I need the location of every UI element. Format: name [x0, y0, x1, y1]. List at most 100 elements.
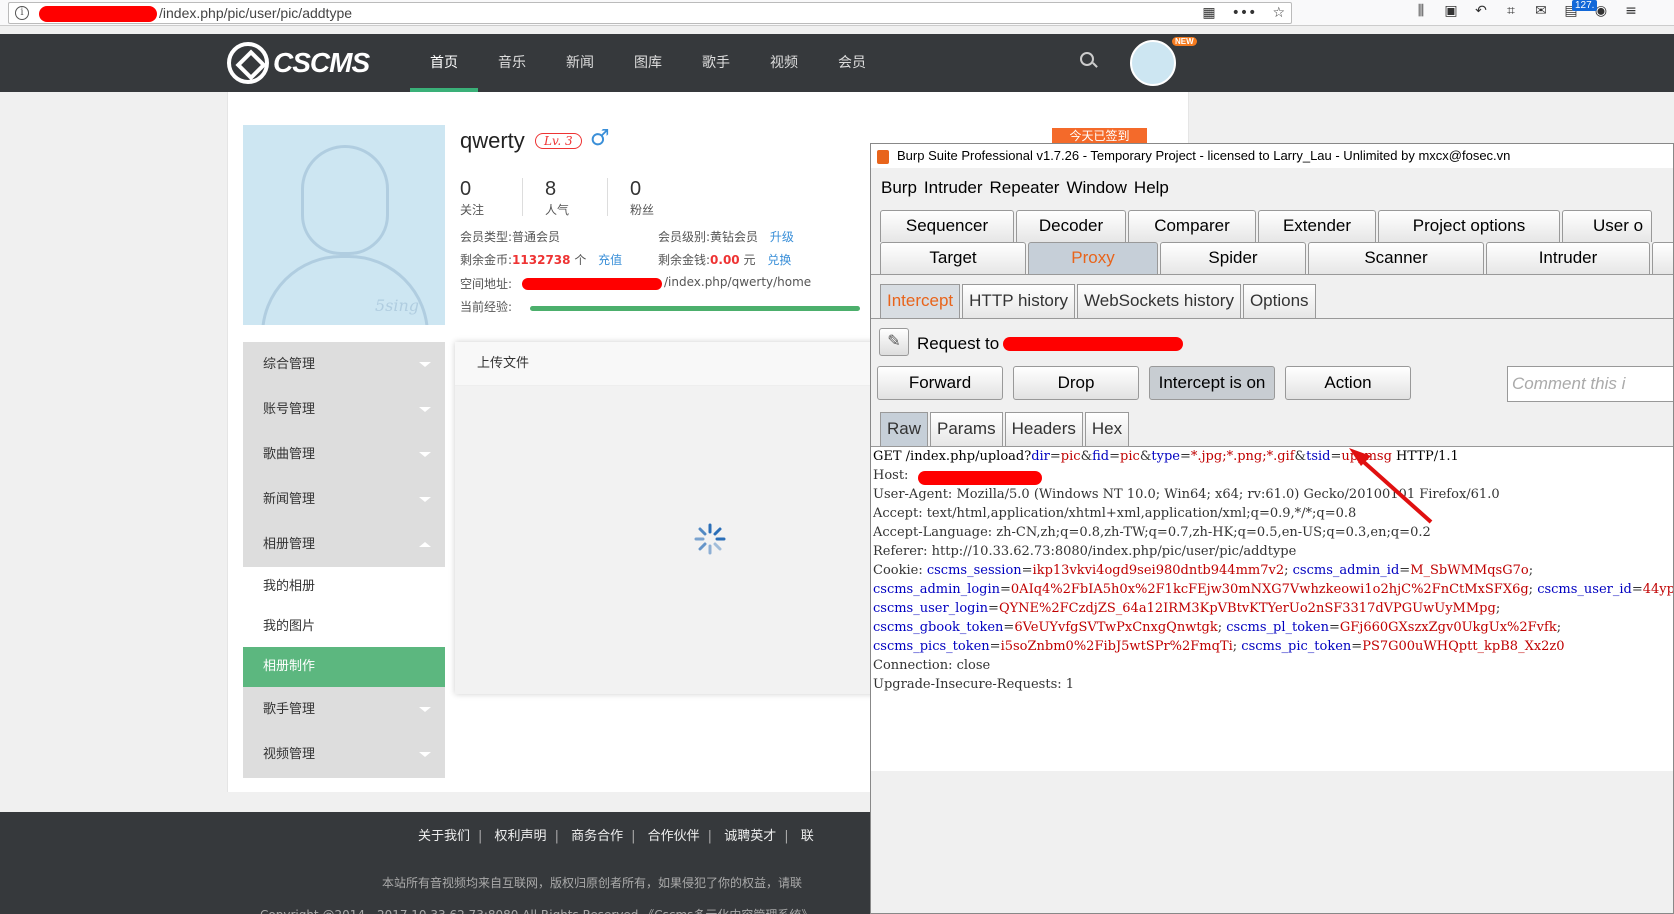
stat-follow[interactable]: 0 关注 [460, 178, 484, 218]
stat-popularity-value: 8 [545, 178, 557, 200]
cookie-value: 0AIq4%2FbIA5h0x%2F1kcFEjw30mNXG7Vwhzkeow… [1010, 582, 1529, 597]
sidebar-sub-album-create[interactable]: 相册制作 [243, 647, 445, 687]
sidebar-sub-my-pictures[interactable]: 我的图片 [243, 607, 445, 647]
stat-fans[interactable]: 0 粉丝 [630, 178, 654, 218]
footer-link-about[interactable]: 关于我们 [418, 829, 470, 844]
crop-icon[interactable]: ⌗ [1502, 3, 1520, 19]
space-url[interactable]: /index.php/qwerty/home [664, 275, 811, 289]
sidebar-icon[interactable]: ▣ [1442, 3, 1460, 19]
separator: | [784, 829, 789, 844]
tab-intruder[interactable]: Intruder [1486, 242, 1650, 274]
drop-button[interactable]: Drop [1013, 366, 1139, 400]
proxy-subtabs: Intercept HTTP history WebSockets histor… [880, 284, 1318, 318]
view-tab-headers[interactable]: Headers [1004, 412, 1083, 446]
info-icon[interactable]: i [15, 6, 29, 20]
subtab-intercept[interactable]: Intercept [880, 284, 961, 318]
footer-link-jobs[interactable]: 诚聘英才 [724, 829, 776, 844]
redaction-mark [1003, 337, 1183, 351]
upgrade-link[interactable]: 升级 [770, 230, 794, 244]
tab-spider[interactable]: Spider [1160, 242, 1306, 274]
coins-label: 剩余金币: [460, 253, 513, 267]
menu-intruder[interactable]: Intruder [924, 178, 983, 200]
stat-popularity[interactable]: 8 人气 [545, 178, 569, 218]
tab-project-options[interactable]: Project options [1378, 210, 1560, 242]
chat-icon[interactable]: ✉ [1532, 3, 1550, 19]
tab-comparer[interactable]: Comparer [1128, 210, 1256, 242]
footer-link-partners[interactable]: 合作伙伴 [648, 829, 700, 844]
cookie-value: 6VeUYvfgSVTwPxCnxgQnwtgk [1014, 620, 1218, 635]
back-icon[interactable]: ↶ [1472, 3, 1490, 19]
comment-input[interactable]: Comment this i [1507, 366, 1673, 402]
menu-help[interactable]: Help [1134, 178, 1169, 200]
sidebar-item-videos[interactable]: 视频管理 [243, 732, 445, 777]
nav-item-gallery[interactable]: 图库 [614, 34, 682, 92]
sidebar-item-news[interactable]: 新闻管理 [243, 477, 445, 522]
tab-extender[interactable]: Extender [1258, 210, 1376, 242]
library-icon[interactable]: ⫼ [1412, 3, 1430, 19]
site-logo[interactable]: CSCMS [227, 42, 370, 84]
intercept-toggle-button[interactable]: Intercept is on [1149, 366, 1275, 400]
sidebar-item-albums[interactable]: 相册管理 [243, 522, 445, 567]
qr-icon[interactable]: ▦ [1202, 5, 1215, 21]
stat-fans-value: 0 [630, 178, 642, 200]
tab-scanner[interactable]: Scanner [1308, 242, 1484, 274]
cookie-key: cscms_admin_id [1292, 563, 1400, 578]
nav-item-singer[interactable]: 歌手 [682, 34, 750, 92]
tab-user-options[interactable]: User o [1562, 210, 1652, 242]
menu-burp[interactable]: Burp [881, 178, 917, 200]
subtab-websockets-history[interactable]: WebSockets history [1077, 284, 1241, 318]
nav-item-music[interactable]: 音乐 [478, 34, 546, 92]
logo-text: CSCMS [273, 47, 370, 78]
menu-repeater[interactable]: Repeater [990, 178, 1060, 200]
nav-item-home[interactable]: 首页 [410, 34, 478, 92]
address-bar[interactable]: i /index.php/pic/user/pic/addtype ▦ ••• … [8, 2, 1292, 24]
tab-overflow[interactable] [1652, 242, 1673, 274]
url-path[interactable]: /index.php/pic/user/pic/addtype [159, 5, 352, 21]
view-tab-raw[interactable]: Raw [880, 412, 929, 446]
sidebar-sub-my-albums[interactable]: 我的相册 [243, 567, 445, 607]
chevron-down-icon [419, 752, 431, 757]
sidebar-item-account[interactable]: 账号管理 [243, 387, 445, 432]
tab-proxy[interactable]: Proxy [1028, 242, 1158, 274]
menu-window[interactable]: Window [1066, 178, 1126, 200]
forward-button[interactable]: Forward [877, 366, 1003, 400]
sidebar-item-label: 相册管理 [263, 537, 316, 552]
recharge-link[interactable]: 充值 [598, 253, 622, 267]
tab-decoder[interactable]: Decoder [1016, 210, 1126, 242]
separator: | [707, 829, 713, 844]
redaction-mark [39, 6, 157, 22]
nav-item-member[interactable]: 会员 [818, 34, 886, 92]
user-avatar[interactable] [1130, 40, 1176, 86]
burp-title-bar: Burp Suite Professional v1.7.26 - Tempor… [871, 144, 1673, 168]
request-editor[interactable]: GET /index.php/upload?dir=pic&fid=pic&ty… [871, 446, 1673, 771]
coins-unit: 个 [574, 253, 587, 267]
nav-item-video[interactable]: 视频 [750, 34, 818, 92]
param-value: pic [1060, 449, 1081, 464]
stat-popularity-label: 人气 [545, 203, 570, 217]
connection-line: Connection: close [873, 658, 991, 673]
view-tab-hex[interactable]: Hex [1084, 412, 1130, 446]
subtab-options[interactable]: Options [1242, 284, 1316, 318]
divider [522, 178, 523, 216]
nav-item-news[interactable]: 新闻 [546, 34, 614, 92]
checkin-button[interactable]: 今天已签到 [1052, 128, 1147, 144]
sidebar-item-songs[interactable]: 歌曲管理 [243, 432, 445, 477]
param-key: fid [1092, 449, 1110, 464]
sidebar-item-singers[interactable]: 歌手管理 [243, 687, 445, 732]
loading-spinner-icon [694, 523, 726, 555]
menu-icon[interactable]: ≡ [1622, 3, 1640, 19]
search-icon[interactable] [1080, 52, 1094, 66]
tab-target[interactable]: Target [880, 242, 1026, 274]
footer-link-contact[interactable]: 联 [801, 829, 814, 844]
subtab-http-history[interactable]: HTTP history [962, 284, 1076, 318]
tab-sequencer[interactable]: Sequencer [880, 210, 1014, 242]
footer-link-rights[interactable]: 权利声明 [495, 829, 547, 844]
exchange-link[interactable]: 兑换 [767, 253, 791, 267]
more-icon[interactable]: ••• [1232, 5, 1257, 21]
sidebar-item-general[interactable]: 综合管理 [243, 342, 445, 387]
star-icon[interactable]: ☆ [1272, 5, 1285, 21]
action-button[interactable]: Action [1285, 366, 1411, 400]
footer-link-business[interactable]: 商务合作 [571, 829, 623, 844]
view-tab-params[interactable]: Params [930, 412, 1003, 446]
edit-icon[interactable]: ✎ [879, 328, 909, 356]
